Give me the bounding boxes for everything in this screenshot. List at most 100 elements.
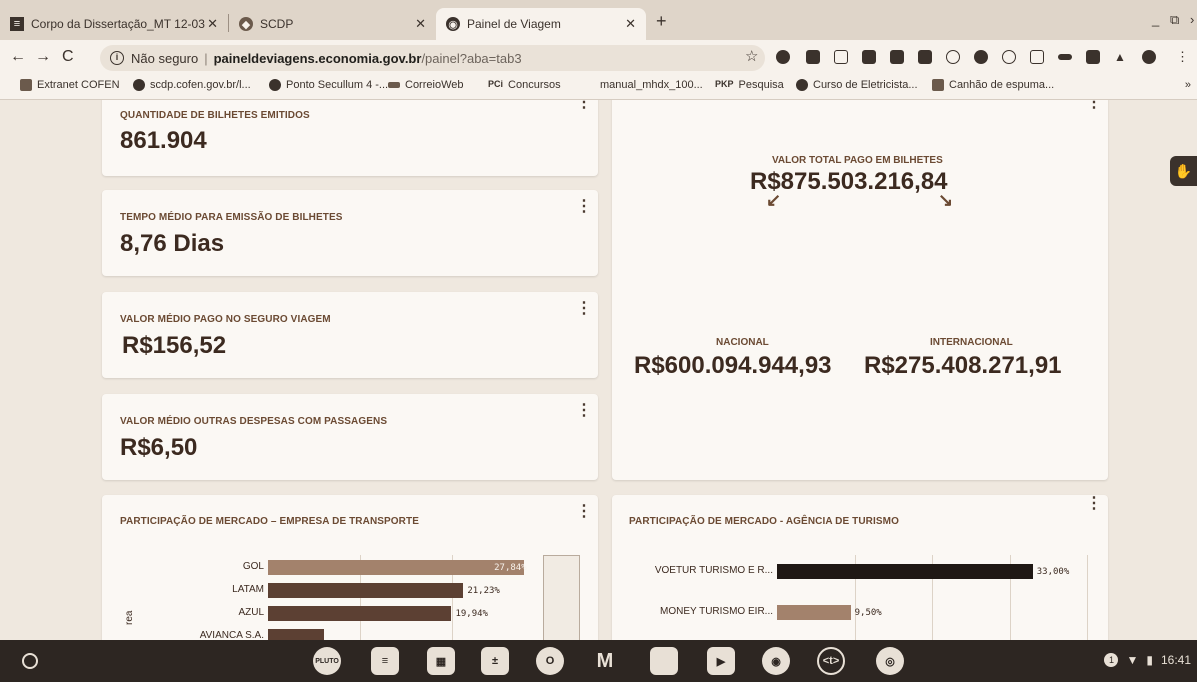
bookmark-label: Extranet COFEN bbox=[37, 79, 120, 91]
sheets-app-icon[interactable]: ▦ bbox=[427, 647, 455, 675]
adblock-icon[interactable] bbox=[776, 50, 790, 64]
bookmarks-overflow-button[interactable]: » bbox=[1185, 79, 1191, 91]
bookmark-correioweb[interactable]: CorreioWeb bbox=[388, 79, 464, 91]
arrow-down-right-icon: ↘ bbox=[938, 190, 954, 210]
browser-toolbar: ← → C i Não seguro | paineldeviagens.eco… bbox=[0, 40, 1197, 74]
info-icon[interactable]: i bbox=[110, 51, 124, 65]
card-title: TEMPO MÉDIO PARA EMISSÃO DE BILHETES bbox=[120, 212, 343, 223]
translate-icon[interactable] bbox=[890, 50, 904, 64]
chart-title: PARTICIPAÇÃO DE MERCADO – EMPRESA DE TRA… bbox=[120, 516, 419, 527]
tab-painel-viagem[interactable]: ◉ Painel de Viagem ✕ bbox=[436, 8, 646, 40]
more-options-icon[interactable]: ⋮ bbox=[576, 301, 592, 317]
restore-button[interactable]: ⧉ bbox=[1170, 12, 1179, 28]
more-options-icon[interactable]: ⋮ bbox=[576, 199, 592, 215]
bookmark-ponto-secullum[interactable]: Ponto Secullum 4 -... bbox=[269, 79, 388, 91]
bookmark-label: Ponto Secullum 4 -... bbox=[286, 79, 389, 91]
docs-app-icon[interactable]: ≡ bbox=[371, 647, 399, 675]
docs-icon: ≡ bbox=[10, 17, 24, 31]
url-separator: | bbox=[204, 50, 208, 66]
course-icon bbox=[796, 79, 808, 91]
bookmark-canhao-espuma[interactable]: Canhão de espuma... bbox=[932, 79, 1054, 91]
chrome-app-icon[interactable]: ◉ bbox=[762, 647, 790, 675]
globe-extension-icon[interactable] bbox=[946, 50, 960, 64]
page-content: QUANTIDADE DE BILHETES EMITIDOS 861.904 … bbox=[0, 100, 1197, 640]
bookmark-star-icon[interactable]: ☆ bbox=[745, 47, 758, 65]
extension-icon[interactable] bbox=[918, 50, 932, 64]
play-app-icon[interactable]: ▶ bbox=[707, 647, 735, 675]
bookmark-curso-eletricista[interactable]: Curso de Eletricista... bbox=[796, 79, 918, 91]
card-seguro-viagem: VALOR MÉDIO PAGO NO SEGURO VIAGEM R$156,… bbox=[102, 292, 598, 378]
bookmark-label: Pesquisa bbox=[738, 79, 784, 91]
tab-title: Painel de Viagem bbox=[467, 17, 561, 31]
new-tab-button[interactable]: + bbox=[656, 11, 667, 32]
extension-icon[interactable] bbox=[974, 50, 988, 64]
forward-button[interactable]: → bbox=[35, 48, 51, 66]
clock: 16:41 bbox=[1160, 653, 1191, 667]
bookmark-icon bbox=[20, 79, 32, 91]
nacional-value: R$600.094.944,93 bbox=[634, 352, 832, 379]
camera-app-icon[interactable]: ◎ bbox=[876, 647, 904, 675]
battery-icon: ▮ bbox=[1146, 653, 1153, 667]
tab-corpo-dissertacao[interactable]: ≡ Corpo da Dissertação_MT 12-03 ✕ bbox=[0, 8, 228, 40]
bookmark-label: Canhão de espuma... bbox=[949, 79, 1055, 91]
bookmark-manual[interactable]: manual_mhdx_100... bbox=[600, 79, 703, 91]
minimize-button[interactable]: _ bbox=[1152, 12, 1159, 27]
close-icon[interactable]: ✕ bbox=[415, 16, 426, 32]
bookmarks-bar: Extranet COFEN scdp.cofen.gov.br/l... Po… bbox=[0, 74, 1197, 100]
skype-icon[interactable] bbox=[1142, 50, 1156, 64]
wikipedia-icon[interactable] bbox=[1030, 50, 1044, 64]
more-options-icon[interactable]: ⋮ bbox=[576, 100, 592, 111]
card-value: 861.904 bbox=[120, 127, 207, 154]
speed-icon[interactable] bbox=[1002, 50, 1016, 64]
bookmark-pci-concursos[interactable]: PCi Concursos bbox=[488, 79, 561, 91]
internacional-value: R$275.408.271,91 bbox=[864, 352, 1062, 379]
chart-title: PARTICIPAÇÃO DE MERCADO - AGÊNCIA DE TUR… bbox=[629, 516, 899, 527]
status-tray[interactable]: 1 ▼ ▮ 16:41 bbox=[1104, 653, 1191, 667]
accessibility-button[interactable]: ✋ bbox=[1170, 156, 1197, 186]
browser-menu-icon[interactable]: ⋮ bbox=[1176, 49, 1189, 65]
chart-scrollbar[interactable] bbox=[543, 555, 580, 640]
tab-scdp[interactable]: ◆ SCDP ✕ bbox=[229, 8, 436, 40]
hand-icon: ✋ bbox=[1174, 162, 1193, 179]
reload-button[interactable]: C bbox=[62, 48, 74, 66]
close-icon[interactable]: ✕ bbox=[625, 16, 636, 32]
tab-strip: ≡ Corpo da Dissertação_MT 12-03 ✕ ◆ SCDP… bbox=[0, 0, 1197, 40]
bookmark-label: Concursos bbox=[508, 79, 561, 91]
extension-icon[interactable] bbox=[862, 50, 876, 64]
bookmark-pesquisa[interactable]: PKP Pesquisa bbox=[715, 79, 784, 91]
more-options-icon[interactable]: ⋮ bbox=[576, 403, 592, 419]
youtube-icon bbox=[932, 79, 944, 91]
card-value: 8,76 Dias bbox=[120, 230, 225, 257]
extension-icon[interactable] bbox=[806, 50, 820, 64]
launcher-button[interactable] bbox=[22, 653, 38, 669]
card-participacao-transporte: PARTICIPAÇÃO DE MERCADO – EMPRESA DE TRA… bbox=[102, 495, 598, 640]
extension-icon[interactable] bbox=[1058, 54, 1072, 60]
files-app-icon[interactable] bbox=[650, 647, 678, 675]
more-options-icon[interactable]: ⋮ bbox=[1086, 496, 1102, 512]
back-button[interactable]: ← bbox=[10, 48, 26, 66]
extension-icon[interactable] bbox=[1086, 50, 1100, 64]
close-icon[interactable]: ✕ bbox=[207, 16, 218, 32]
card-tempo-medio: TEMPO MÉDIO PARA EMISSÃO DE BILHETES 8,7… bbox=[102, 190, 598, 276]
ttt-app-icon[interactable]: <t> bbox=[817, 647, 845, 675]
gmail-app-icon[interactable]: M bbox=[591, 647, 619, 675]
internacional-label: INTERNACIONAL bbox=[930, 337, 1013, 348]
close-window-button[interactable]: › bbox=[1190, 12, 1194, 27]
calculator-app-icon[interactable]: ± bbox=[481, 647, 509, 675]
bookmark-scdp[interactable]: scdp.cofen.gov.br/l... bbox=[133, 79, 251, 91]
opera-app-icon[interactable]: O bbox=[536, 647, 564, 675]
pci-icon: PCi bbox=[488, 79, 504, 89]
url-domain: paineldeviagens.economia.gov.br bbox=[213, 50, 422, 66]
globe-icon bbox=[133, 79, 145, 91]
address-bar[interactable]: i Não seguro | paineldeviagens.economia.… bbox=[100, 45, 765, 71]
globe-icon bbox=[269, 79, 281, 91]
bookmark-extranet-cofen[interactable]: Extranet COFEN bbox=[20, 79, 120, 91]
pocket-icon[interactable] bbox=[834, 50, 848, 64]
url-path: /painel?aba=tab3 bbox=[421, 50, 522, 66]
more-options-icon[interactable]: ⋮ bbox=[1086, 100, 1102, 111]
card-value: R$156,52 bbox=[122, 332, 227, 359]
pluto-app-icon[interactable]: PLUTO bbox=[313, 647, 341, 675]
graduation-cap-icon[interactable]: ▲ bbox=[1114, 50, 1128, 64]
more-options-icon[interactable]: ⋮ bbox=[576, 504, 592, 520]
card-valor-total: ⋮ VALOR TOTAL PAGO EM BILHETES R$875.503… bbox=[612, 100, 1108, 480]
